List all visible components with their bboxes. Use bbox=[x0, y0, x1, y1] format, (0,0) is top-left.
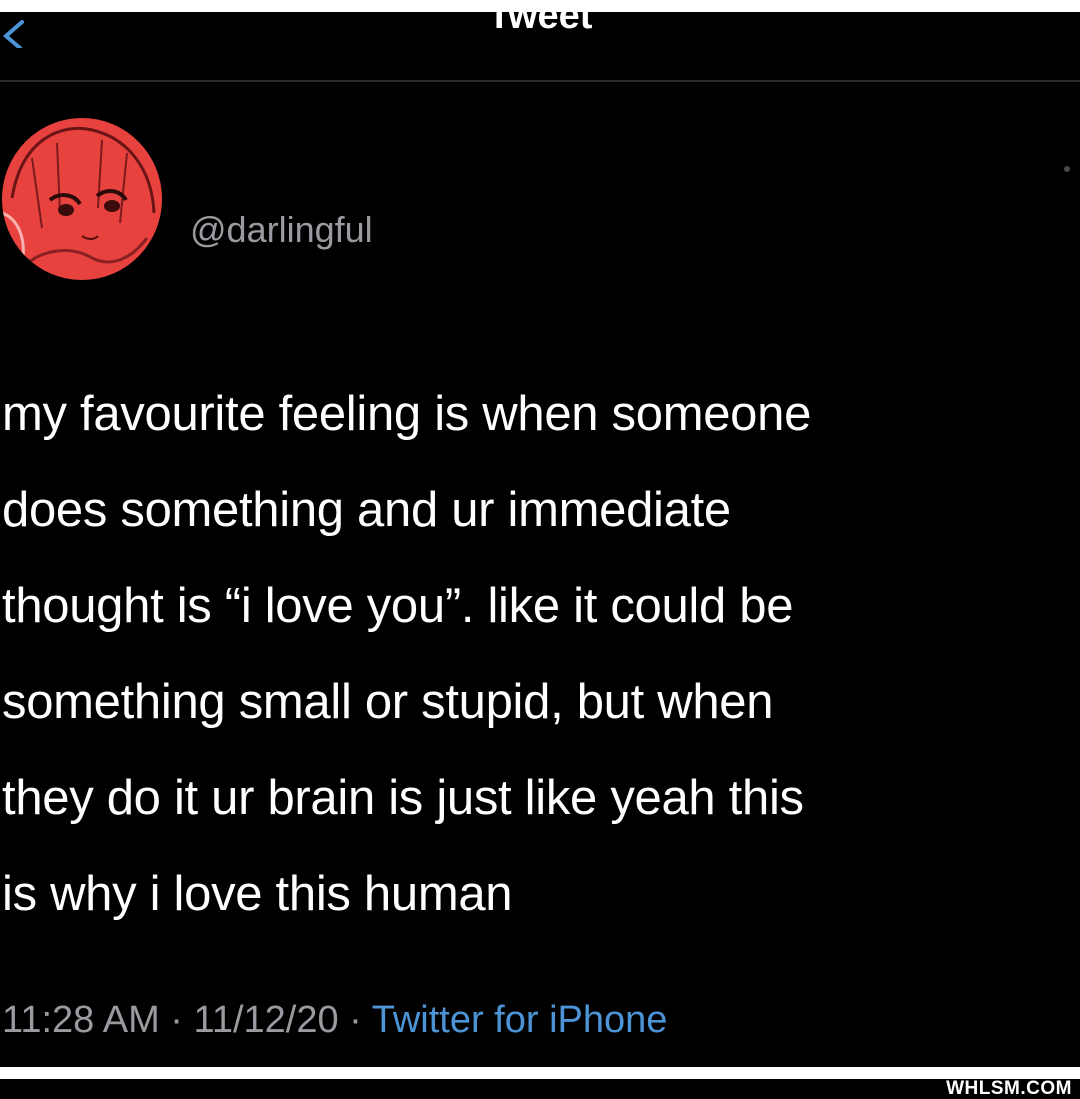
meta-separator: · bbox=[159, 999, 194, 1041]
tweet-time: 11:28 AM bbox=[2, 999, 160, 1041]
tweet-screenshot: Tweet @darlingful my favourite feeling i… bbox=[0, 12, 1080, 1067]
tweet-line: something small or stupid, but when bbox=[2, 675, 774, 729]
tweet-meta: 11:28 AM · 11/12/20 · Twitter for iPhone bbox=[2, 998, 667, 1042]
tweet-line: thought is “i love you”. like it could b… bbox=[2, 579, 794, 633]
tweet-date: 11/12/20 bbox=[193, 999, 339, 1041]
watermark: WHLSM.COM bbox=[946, 1078, 1072, 1099]
tweet-text: my favourite feeling is when someone doe… bbox=[2, 366, 1078, 942]
tweet-line: they do it ur brain is just like yeah th… bbox=[2, 771, 804, 825]
avatar[interactable] bbox=[2, 118, 162, 280]
author-handle[interactable]: @darlingful bbox=[190, 210, 373, 250]
watermark-bar: WHLSM.COM bbox=[0, 1079, 1080, 1099]
tweet-source-link[interactable]: Twitter for iPhone bbox=[372, 999, 668, 1041]
tweet-line: does something and ur immediate bbox=[2, 483, 731, 537]
tweet-line: my favourite feeling is when someone bbox=[2, 387, 812, 441]
more-options-icon[interactable] bbox=[1064, 166, 1070, 172]
meta-separator: · bbox=[338, 999, 372, 1041]
top-bar: Tweet bbox=[0, 12, 1080, 82]
page-title: Tweet bbox=[487, 12, 593, 37]
tweet-line: is why i love this human bbox=[2, 867, 513, 921]
